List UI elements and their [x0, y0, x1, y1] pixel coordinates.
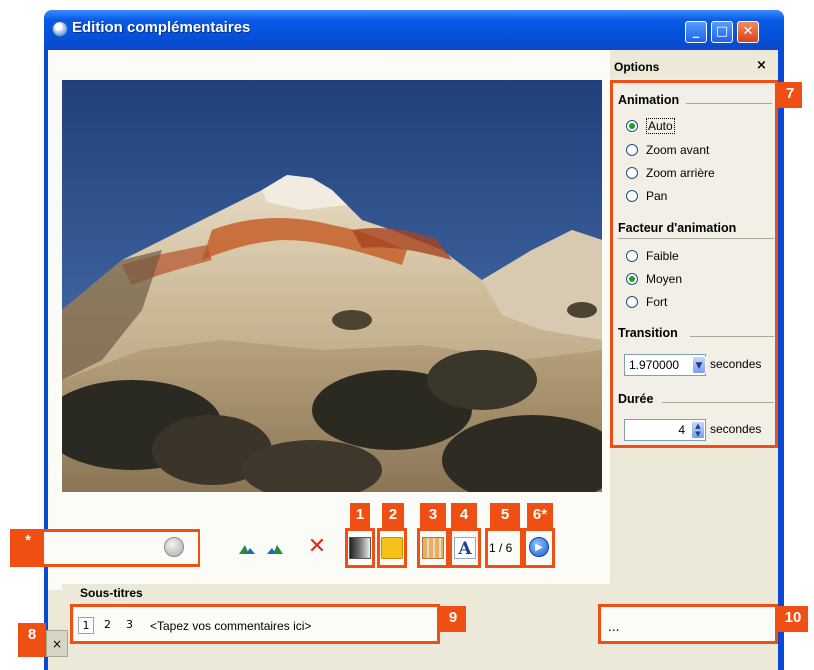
callout-3: 3: [420, 503, 446, 529]
callout-5: 5: [490, 503, 520, 529]
rotate-left-icon[interactable]: [236, 539, 258, 561]
callout-box-7: [610, 80, 778, 448]
landscape-image: [62, 80, 602, 492]
preview-photo[interactable]: [62, 80, 602, 492]
minimize-button[interactable]: _: [685, 21, 707, 43]
callout-box-10: [598, 604, 778, 644]
window-title: Edition complémentaires: [72, 19, 251, 36]
callout-8: 8: [18, 623, 46, 657]
auto-fix-icon[interactable]: [381, 537, 403, 559]
callout-9: 9: [440, 606, 466, 632]
speaker-icon[interactable]: [164, 537, 184, 557]
maximize-button[interactable]: □: [711, 21, 733, 43]
close-button[interactable]: ✕: [737, 21, 759, 43]
effects-icon[interactable]: [349, 537, 371, 559]
subtitle-tab-1[interactable]: 1: [78, 617, 94, 634]
subtitle-tab-2[interactable]: 2: [104, 618, 111, 631]
app-icon: [52, 21, 68, 37]
crop-grid-icon[interactable]: [422, 537, 444, 559]
callout-2: 2: [382, 503, 404, 529]
callout-1: 1: [350, 503, 370, 529]
comment-input[interactable]: <Tapez vos commentaires ici>: [150, 617, 430, 635]
callout-4: 4: [451, 503, 477, 529]
rotate-right-icon[interactable]: [264, 539, 286, 561]
next-icon[interactable]: ▶: [529, 537, 549, 557]
ellipsis-button[interactable]: ...: [608, 620, 619, 634]
options-title: Options: [614, 60, 660, 74]
subtitles-bar: [62, 584, 774, 604]
callout-7: 7: [778, 82, 802, 108]
subtitles-close-button[interactable]: ×: [46, 630, 68, 657]
callout-10: 10: [778, 606, 808, 632]
text-icon[interactable]: A: [454, 537, 476, 559]
delete-icon[interactable]: ✕: [306, 536, 328, 558]
callout-6: 6*: [527, 503, 553, 529]
subtitles-label: Sous-titres: [80, 586, 143, 600]
subtitle-tab-3[interactable]: 3: [126, 618, 133, 631]
page-counter: 1 / 6: [489, 541, 513, 555]
options-close-button[interactable]: ×: [756, 58, 767, 73]
callout-star: *: [12, 531, 44, 565]
